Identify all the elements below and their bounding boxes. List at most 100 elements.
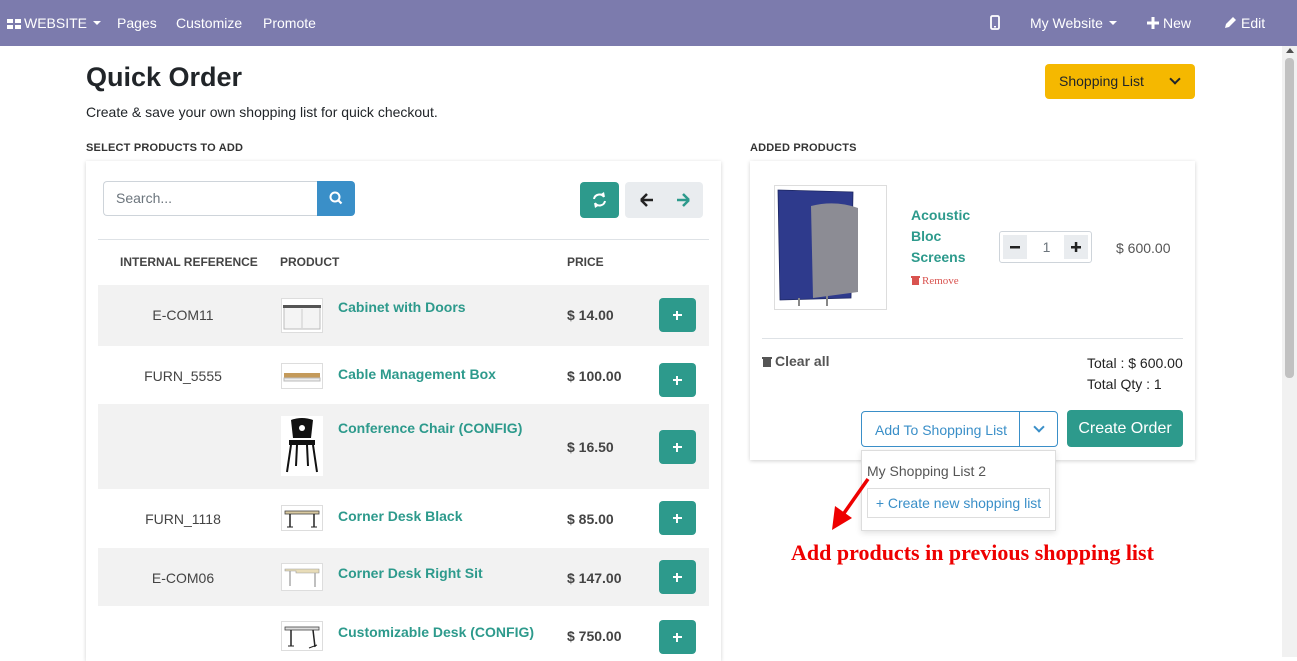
create-order-button[interactable]: Create Order bbox=[1067, 410, 1183, 447]
product-thumbnail bbox=[281, 563, 323, 591]
product-price: $ 750.00 bbox=[567, 628, 622, 644]
order-totals: Total : $ 600.00 Total Qty : 1 bbox=[1087, 353, 1183, 395]
page-subtitle: Create & save your own shopping list for… bbox=[86, 104, 438, 120]
table-row: Conference Chair (CONFIG) $ 16.50 bbox=[98, 404, 709, 489]
product-thumbnail bbox=[281, 505, 323, 531]
my-website-label: My Website bbox=[1030, 15, 1103, 31]
product-price: $ 16.50 bbox=[567, 439, 614, 455]
refresh-button[interactable] bbox=[580, 182, 619, 218]
remove-link[interactable]: Remove bbox=[911, 275, 959, 287]
refresh-icon bbox=[593, 192, 606, 208]
annotation-text: Add products in previous shopping list bbox=[791, 540, 1154, 565]
table-row: Customizable Desk (CONFIG) $ 750.00 bbox=[98, 606, 709, 657]
total-amount: Total : $ 600.00 bbox=[1087, 355, 1183, 371]
add-to-shopping-list-button[interactable]: Add To Shopping List bbox=[861, 411, 1058, 447]
add-to-shopping-list-label: Add To Shopping List bbox=[875, 422, 1008, 438]
product-price: $ 85.00 bbox=[567, 511, 614, 527]
product-thumbnail bbox=[281, 621, 323, 651]
shopping-list-label: Shopping List bbox=[1059, 73, 1144, 89]
divider bbox=[98, 239, 709, 240]
added-product-image bbox=[774, 185, 887, 310]
shopping-list-dropdown: My Shopping List 2 + Create new shopping… bbox=[861, 450, 1056, 531]
product-thumbnail bbox=[281, 363, 323, 389]
pencil-icon bbox=[1225, 17, 1236, 28]
table-row: E-COM11 Cabinet with Doors $ 14.00 bbox=[98, 285, 709, 346]
mobile-icon bbox=[990, 15, 1000, 30]
edit-button[interactable]: Edit bbox=[1224, 15, 1265, 31]
button-divider bbox=[1019, 412, 1020, 446]
new-button[interactable]: New bbox=[1147, 15, 1191, 31]
clear-all-label: Clear all bbox=[775, 353, 830, 369]
caret-down-icon bbox=[1108, 21, 1117, 25]
search-icon bbox=[329, 191, 343, 205]
table-row: FURN_1118 Corner Desk Black $ 85.00 bbox=[98, 489, 709, 548]
annotation-arrow-icon bbox=[832, 477, 870, 530]
new-label: New bbox=[1163, 15, 1192, 31]
added-product-name-link[interactable]: Acoustic Bloc Screens bbox=[911, 205, 981, 268]
pagination-buttons bbox=[625, 182, 703, 218]
added-products-label: ADDED PRODUCTS bbox=[750, 142, 857, 154]
quantity-input[interactable]: 1 bbox=[1030, 239, 1063, 255]
remove-label: Remove bbox=[922, 275, 959, 287]
arrow-left-icon[interactable] bbox=[640, 193, 653, 207]
grid-icon bbox=[7, 19, 21, 29]
internal-reference: FURN_1118 bbox=[145, 511, 221, 527]
caret-down-icon bbox=[93, 21, 102, 25]
product-name-link[interactable]: Cabinet with Doors bbox=[338, 299, 466, 315]
product-price: $ 147.00 bbox=[567, 570, 622, 586]
decrease-quantity-button[interactable] bbox=[1003, 235, 1027, 259]
arrow-right-icon[interactable] bbox=[677, 193, 690, 207]
customize-menu[interactable]: Customize bbox=[176, 15, 242, 31]
product-name-link[interactable]: Customizable Desk (CONFIG) bbox=[338, 624, 534, 640]
create-new-shopping-list-button[interactable]: + Create new shopping list bbox=[867, 488, 1050, 518]
promote-menu[interactable]: Promote bbox=[263, 15, 316, 31]
dropdown-item-existing-list[interactable]: My Shopping List 2 bbox=[867, 463, 986, 479]
edit-label: Edit bbox=[1241, 15, 1266, 31]
internal-reference: E-COM06 bbox=[151, 570, 215, 586]
scroll-up-arrow-icon[interactable] bbox=[1286, 48, 1294, 53]
my-website-menu[interactable]: My Website bbox=[1030, 15, 1117, 31]
plus-icon bbox=[1071, 242, 1081, 252]
page-scrollbar[interactable] bbox=[1282, 46, 1297, 657]
search-button[interactable] bbox=[317, 181, 355, 216]
table-row: FURN_5555 Cable Management Box $ 100.00 bbox=[98, 346, 709, 404]
scrollbar-thumb[interactable] bbox=[1285, 58, 1294, 378]
product-name-link[interactable]: Corner Desk Right Sit bbox=[338, 565, 483, 581]
search-input[interactable]: Search... bbox=[103, 181, 318, 216]
chevron-down-icon bbox=[1169, 73, 1181, 85]
shopping-list-button[interactable]: Shopping List bbox=[1045, 64, 1195, 99]
trash-icon bbox=[762, 357, 772, 367]
website-menu[interactable]: WEBSITE bbox=[7, 15, 102, 31]
pages-menu[interactable]: Pages bbox=[117, 15, 157, 31]
divider bbox=[762, 338, 1183, 339]
product-name-link[interactable]: Cable Management Box bbox=[338, 366, 496, 382]
add-product-button[interactable] bbox=[659, 560, 696, 594]
clear-all-button[interactable]: Clear all bbox=[762, 353, 829, 369]
add-product-button[interactable] bbox=[659, 501, 696, 535]
website-topbar: WEBSITE Pages Customize Promote My Websi… bbox=[0, 0, 1297, 46]
trash-icon bbox=[911, 276, 920, 285]
select-products-label: SELECT PRODUCTS TO ADD bbox=[86, 142, 244, 154]
table-row: E-COM06 Corner Desk Right Sit $ 147.00 bbox=[98, 548, 709, 606]
pagination-arrows bbox=[640, 193, 690, 207]
page-title: Quick Order bbox=[86, 62, 243, 92]
product-price: $ 100.00 bbox=[567, 368, 622, 384]
mobile-preview-button[interactable] bbox=[990, 15, 1000, 33]
quantity-stepper: 1 bbox=[999, 231, 1092, 263]
add-product-button[interactable] bbox=[659, 363, 696, 397]
column-header-reference: INTERNAL REFERENCE bbox=[120, 255, 258, 269]
internal-reference: FURN_5555 bbox=[144, 368, 222, 384]
column-header-price: PRICE bbox=[567, 255, 604, 269]
increase-quantity-button[interactable] bbox=[1064, 235, 1088, 259]
added-product-price: $ 600.00 bbox=[1116, 240, 1171, 256]
product-thumbnail bbox=[281, 298, 323, 333]
column-header-product: PRODUCT bbox=[280, 255, 340, 269]
add-product-button[interactable] bbox=[659, 430, 696, 464]
add-product-button[interactable] bbox=[659, 620, 696, 654]
add-product-button[interactable] bbox=[659, 298, 696, 332]
plus-icon bbox=[1147, 17, 1159, 29]
total-quantity: Total Qty : 1 bbox=[1087, 376, 1162, 392]
chevron-down-icon[interactable] bbox=[1033, 421, 1045, 433]
product-name-link[interactable]: Conference Chair (CONFIG) bbox=[338, 420, 522, 436]
product-name-link[interactable]: Corner Desk Black bbox=[338, 508, 463, 524]
